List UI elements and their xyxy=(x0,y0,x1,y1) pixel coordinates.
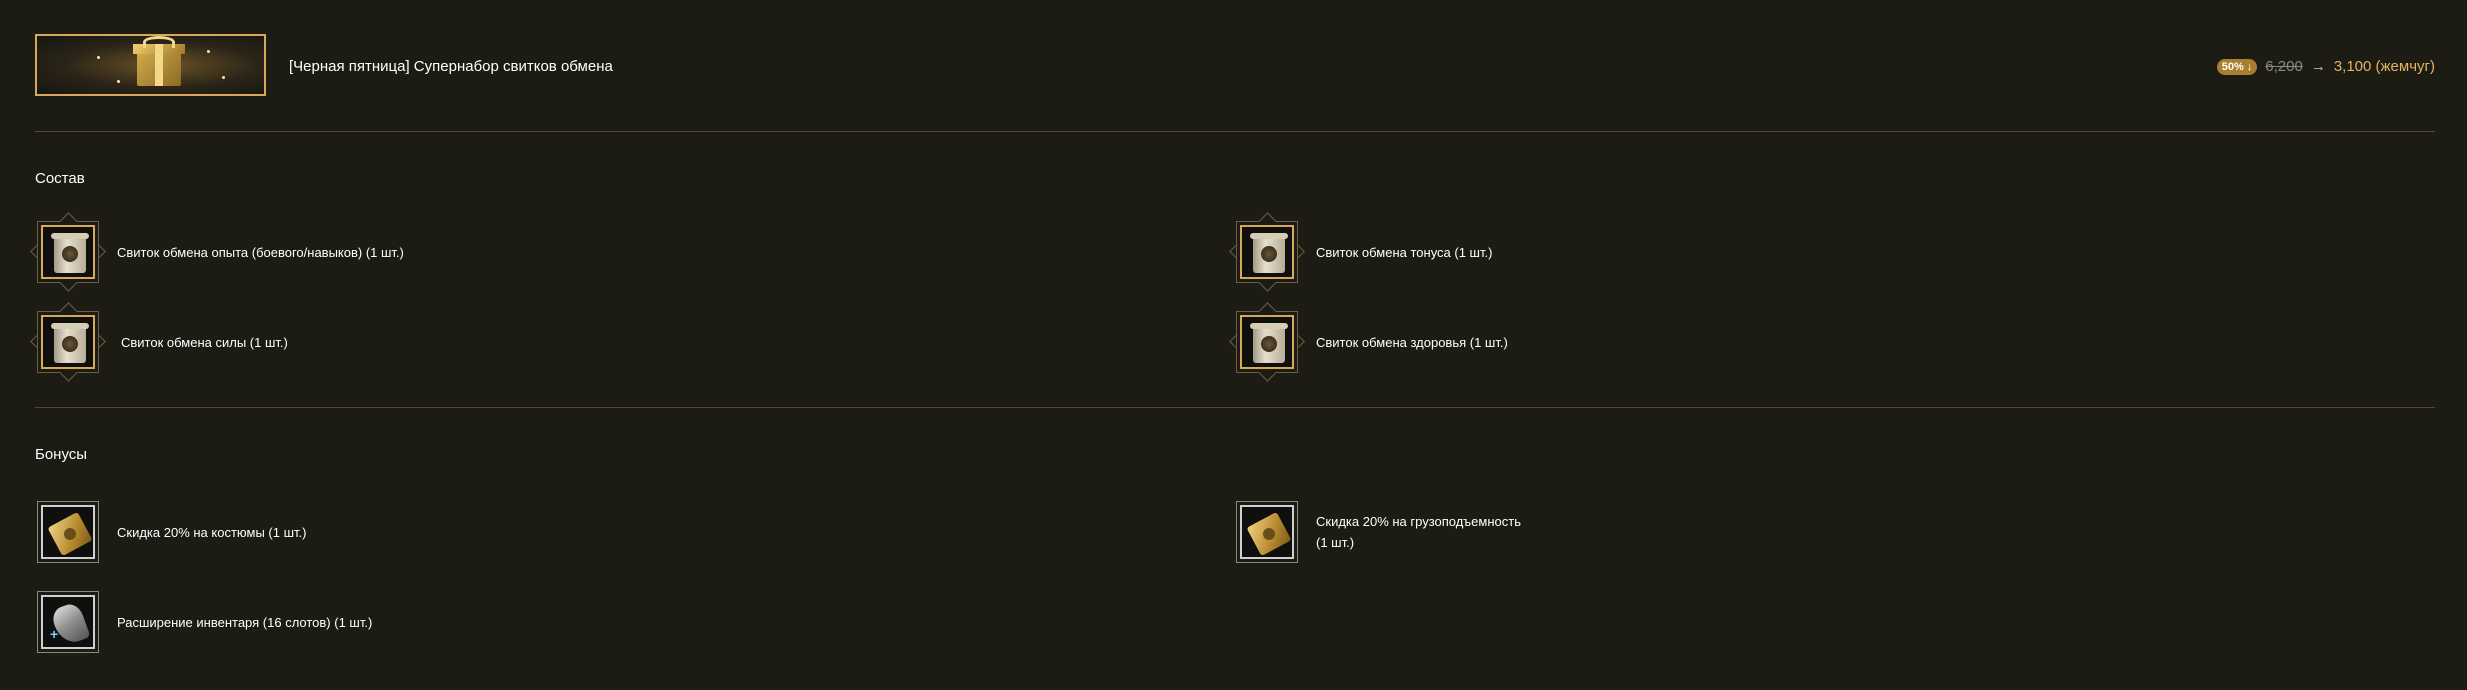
item-slot xyxy=(1236,501,1298,563)
scroll-icon xyxy=(1250,323,1288,363)
composition-item[interactable]: Свиток обмена тонуса (1 шт.) xyxy=(1229,212,1493,292)
slot-frame xyxy=(41,225,95,279)
slot-ornament xyxy=(93,245,106,258)
old-price: 6,200 xyxy=(2265,58,2303,75)
scroll-icon xyxy=(51,323,89,363)
gift-bow xyxy=(143,36,175,48)
coupon-icon xyxy=(1246,511,1292,557)
slot-frame xyxy=(1240,225,1294,279)
slot-ornament xyxy=(1292,245,1305,258)
sparkle xyxy=(222,76,225,79)
item-label-line2: (1 шт.) xyxy=(1316,535,1355,550)
item-label-line1: Скидка 20% на грузоподъемность xyxy=(1316,514,1521,529)
item-label: Скидка 20% на грузоподъемность (1 шт.) xyxy=(1316,511,1521,553)
slot-frame xyxy=(41,505,95,559)
bonuses-title: Бонусы xyxy=(35,446,88,463)
arrow-right-icon: → xyxy=(2310,58,2326,75)
item-label: Расширение инвентаря (16 слотов) (1 шт.) xyxy=(117,614,373,630)
bonus-item[interactable]: Скидка 20% на костюмы (1 шт.) xyxy=(37,501,306,563)
composition-item[interactable]: Свиток обмена здоровья (1 шт.) xyxy=(1229,302,1508,382)
slot-ornament xyxy=(1292,335,1305,348)
down-arrow-icon: ↓ xyxy=(2246,60,2253,73)
slot-frame xyxy=(1240,505,1294,559)
discount-badge: 50% ↓ xyxy=(2216,58,2258,75)
item-slot xyxy=(1229,212,1305,292)
item-slot xyxy=(30,212,106,292)
sparkle xyxy=(207,50,210,53)
item-slot xyxy=(37,501,99,563)
bonus-item[interactable]: + Расширение инвентаря (16 слотов) (1 шт… xyxy=(37,591,372,653)
gift-box-banner xyxy=(35,34,266,96)
composition-item[interactable]: Свиток обмена опыта (боевого/навыков) (1… xyxy=(30,212,404,292)
item-label: Свиток обмена здоровья (1 шт.) xyxy=(1316,334,1508,350)
slot-ornament xyxy=(93,335,106,348)
coupon-icon xyxy=(47,511,93,557)
gift-ribbon xyxy=(155,44,163,86)
sparkle xyxy=(117,80,120,83)
item-label: Скидка 20% на костюмы (1 шт.) xyxy=(117,524,307,540)
item-slot: + xyxy=(37,591,99,653)
slot-frame xyxy=(1240,315,1294,369)
composition-item[interactable]: Свиток обмена силы (1 шт.) xyxy=(30,302,288,382)
plus-icon: + xyxy=(50,626,59,642)
new-price: 3,100 (жемчуг) xyxy=(2333,58,2435,75)
product-header: [Черная пятница] Супернабор свитков обме… xyxy=(35,34,2435,100)
price-block: 50% ↓ 6,200 → 3,100 (жемчуг) xyxy=(2216,58,2435,75)
scroll-icon xyxy=(51,233,89,273)
scroll-icon xyxy=(1250,233,1288,273)
product-title: [Черная пятница] Супернабор свитков обме… xyxy=(289,58,613,75)
slot-frame: + xyxy=(41,595,95,649)
composition-title: Состав xyxy=(35,170,85,187)
item-slot xyxy=(30,302,106,382)
item-label: Свиток обмена тонуса (1 шт.) xyxy=(1316,244,1493,260)
discount-value: 50% xyxy=(2221,60,2244,73)
item-label: Свиток обмена силы (1 шт.) xyxy=(121,334,288,350)
divider xyxy=(35,131,2435,132)
slot-frame xyxy=(41,315,95,369)
bonus-item[interactable]: Скидка 20% на грузоподъемность (1 шт.) xyxy=(1236,501,1521,563)
divider xyxy=(35,407,2435,408)
sparkle xyxy=(97,56,100,59)
item-slot xyxy=(1229,302,1305,382)
item-label: Свиток обмена опыта (боевого/навыков) (1… xyxy=(117,244,404,260)
